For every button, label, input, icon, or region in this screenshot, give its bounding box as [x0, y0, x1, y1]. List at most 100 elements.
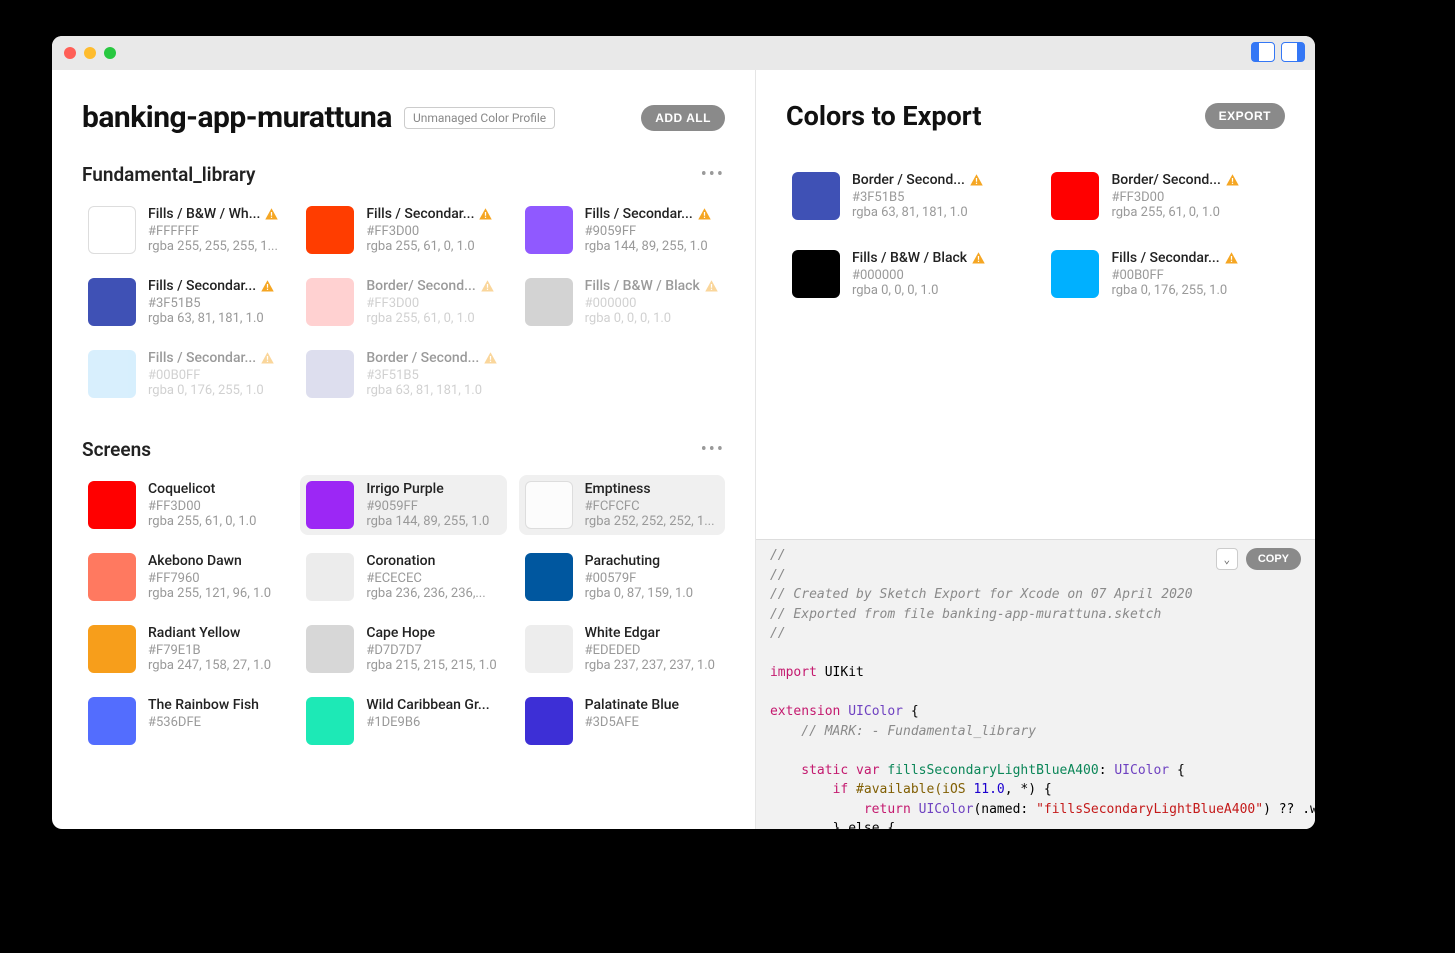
swatch-hex: #FF3D00 [1111, 190, 1279, 205]
maximize-icon[interactable] [104, 47, 116, 59]
swatch-name: Fills / Secondar... [148, 350, 282, 366]
color-swatch [88, 625, 136, 673]
color-swatch-item[interactable]: Fills / Secondar...#00B0FFrgba 0, 176, 2… [82, 344, 288, 404]
swatch-hex: #00B0FF [148, 368, 282, 383]
color-swatch [306, 625, 354, 673]
warning-icon [1225, 173, 1240, 188]
color-swatch-item[interactable]: Emptiness#FCFCFCrgba 252, 252, 252, 1... [519, 475, 725, 535]
swatch-rgba: rgba 144, 89, 255, 1.0 [585, 239, 719, 254]
swatch-name: Coquelicot [148, 481, 282, 497]
color-swatch-item[interactable]: Palatinate Blue#3D5AFE [519, 691, 725, 751]
swatch-name: Fills / B&W / Black [585, 278, 719, 294]
color-swatch [792, 172, 840, 220]
color-swatch-item[interactable]: Irrigo Purple#9059FFrgba 144, 89, 255, 1… [300, 475, 506, 535]
swatch-rgba: rgba 0, 0, 0, 1.0 [585, 311, 719, 326]
swatch-rgba: rgba 255, 255, 255, 1... [148, 239, 282, 254]
swatch-hex: #000000 [585, 296, 719, 311]
swatch-hex: #ECECEC [366, 571, 500, 586]
swatch-rgba: rgba 0, 0, 0, 1.0 [852, 283, 1020, 298]
color-swatch [306, 553, 354, 601]
color-swatch [525, 278, 573, 326]
color-swatch [306, 206, 354, 254]
warning-icon [969, 173, 984, 188]
color-swatch [88, 350, 136, 398]
swatch-name: Fills / Secondar... [366, 206, 500, 222]
swatch-name: Cape Hope [366, 625, 500, 641]
swatch-name: Border/ Second... [1111, 172, 1279, 188]
color-swatch-item[interactable]: Parachuting#00579Frgba 0, 87, 159, 1.0 [519, 547, 725, 607]
color-swatch-item[interactable]: Cape Hope#D7D7D7rgba 215, 215, 215, 1.0 [300, 619, 506, 679]
color-swatch [1051, 250, 1099, 298]
more-icon[interactable]: ••• [701, 439, 725, 460]
color-swatch-item[interactable]: Border/ Second...#FF3D00rgba 255, 61, 0,… [300, 272, 506, 332]
swatch-name: Fills / B&W / Black [852, 250, 1020, 266]
layout-left-button[interactable] [1251, 42, 1275, 62]
profile-badge: Unmanaged Color Profile [404, 107, 555, 129]
export-pane: Colors to Export EXPORT Border / Second.… [756, 70, 1315, 539]
minimize-icon[interactable] [84, 47, 96, 59]
warning-icon [704, 279, 719, 294]
warning-icon [480, 279, 495, 294]
color-swatch-item[interactable]: The Rainbow Fish#536DFE [82, 691, 288, 751]
swatch-name: Emptiness [585, 481, 719, 497]
layout-right-button[interactable] [1281, 42, 1305, 62]
color-swatch-item[interactable]: Radiant Yellow#F79E1Brgba 247, 158, 27, … [82, 619, 288, 679]
swatch-rgba: rgba 63, 81, 181, 1.0 [852, 205, 1020, 220]
chevron-down-icon[interactable]: ⌄ [1216, 548, 1238, 570]
color-swatch-item[interactable]: Border / Second...#3F51B5rgba 63, 81, 18… [300, 344, 506, 404]
swatch-rgba: rgba 247, 158, 27, 1.0 [148, 658, 282, 673]
swatch-name: Fills / Secondar... [585, 206, 719, 222]
color-swatch [525, 206, 573, 254]
color-swatch-item[interactable]: Fills / Secondar...#FF3D00rgba 255, 61, … [300, 200, 506, 260]
warning-icon [697, 207, 712, 222]
swatch-name: Fills / Secondar... [148, 278, 282, 294]
color-swatch-item[interactable]: Fills / B&W / Wh...#FFFFFFrgba 255, 255,… [82, 200, 288, 260]
color-swatch-item[interactable]: Wild Caribbean Gr...#1DE9B6 [300, 691, 506, 751]
color-swatch [525, 697, 573, 745]
color-swatch-item[interactable]: Border/ Second...#FF3D00rgba 255, 61, 0,… [1045, 166, 1285, 226]
copy-button[interactable]: COPY [1246, 548, 1301, 570]
color-swatch [1051, 172, 1099, 220]
color-swatch-item[interactable]: White Edgar#EDEDEDrgba 237, 237, 237, 1.… [519, 619, 725, 679]
color-swatch-item[interactable]: Fills / Secondar...#9059FFrgba 144, 89, … [519, 200, 725, 260]
left-pane: banking-app-murattuna Unmanaged Color Pr… [52, 70, 756, 829]
color-swatch [88, 278, 136, 326]
swatch-rgba: rgba 237, 237, 237, 1.0 [585, 658, 719, 673]
color-swatch-item[interactable]: Fills / B&W / Black#000000rgba 0, 0, 0, … [786, 244, 1026, 304]
color-swatch [306, 350, 354, 398]
swatch-name: Irrigo Purple [366, 481, 500, 497]
more-icon[interactable]: ••• [701, 164, 725, 185]
swatch-hex: #FCFCFC [585, 499, 719, 514]
warning-icon [971, 251, 986, 266]
swatch-name: White Edgar [585, 625, 719, 641]
warning-icon [478, 207, 493, 222]
color-swatch-item[interactable]: Coronation#ECECECrgba 236, 236, 236,... [300, 547, 506, 607]
export-button[interactable]: EXPORT [1205, 103, 1285, 129]
color-swatch-item[interactable]: Fills / Secondar...#00B0FFrgba 0, 176, 2… [1045, 244, 1285, 304]
swatch-rgba: rgba 0, 176, 255, 1.0 [1111, 283, 1279, 298]
code-pane: ⌄ COPY // // // Created by Sketch Export… [756, 539, 1315, 829]
code-block[interactable]: // // // Created by Sketch Export for Xc… [756, 540, 1315, 829]
swatch-rgba: rgba 144, 89, 255, 1.0 [366, 514, 500, 529]
swatch-hex: #3D5AFE [585, 715, 719, 730]
warning-icon [1224, 251, 1239, 266]
color-swatch [88, 206, 136, 254]
swatch-rgba: rgba 255, 61, 0, 1.0 [148, 514, 282, 529]
color-swatch-item[interactable]: Border / Second...#3F51B5rgba 63, 81, 18… [786, 166, 1026, 226]
swatch-name: Border / Second... [852, 172, 1020, 188]
add-all-button[interactable]: ADD ALL [641, 105, 725, 131]
swatch-rgba: rgba 0, 87, 159, 1.0 [585, 586, 719, 601]
color-swatch-item[interactable]: Fills / B&W / Black #000000rgba 0, 0, 0, … [519, 272, 725, 332]
export-title: Colors to Export [786, 100, 982, 132]
color-swatch [306, 278, 354, 326]
swatch-name: Coronation [366, 553, 500, 569]
swatch-hex: #1DE9B6 [366, 715, 500, 730]
color-swatch-item[interactable]: Fills / Secondar...#3F51B5rgba 63, 81, 1… [82, 272, 288, 332]
close-icon[interactable] [64, 47, 76, 59]
swatch-hex: #FFFFFF [148, 224, 282, 239]
warning-icon [260, 351, 275, 366]
color-swatch-item[interactable]: Coquelicot#FF3D00rgba 255, 61, 0, 1.0 [82, 475, 288, 535]
color-swatch [306, 697, 354, 745]
color-swatch-item[interactable]: Akebono Dawn#FF7960rgba 255, 121, 96, 1.… [82, 547, 288, 607]
color-swatch [525, 481, 573, 529]
